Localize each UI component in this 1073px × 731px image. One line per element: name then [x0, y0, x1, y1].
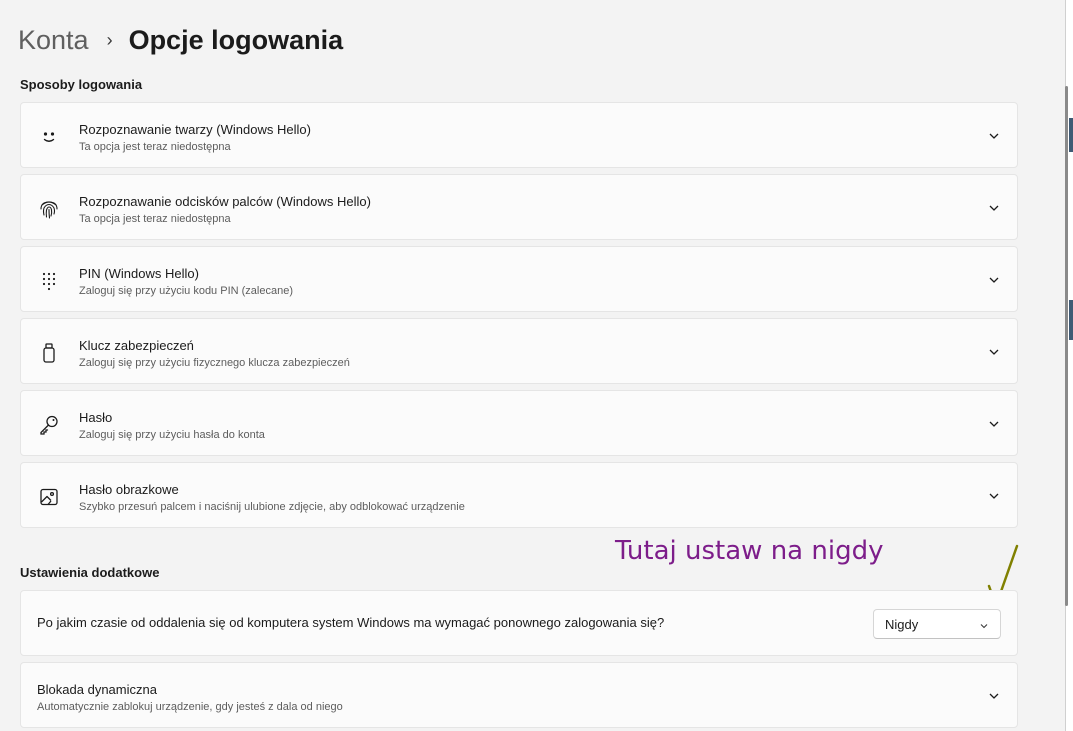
signin-option-title: Rozpoznawanie twarzy (Windows Hello)	[79, 122, 311, 137]
breadcrumb: Konta › Opcje logowania	[18, 20, 343, 60]
scrollbar[interactable]	[1065, 86, 1068, 606]
signin-option-password[interactable]: Hasło Zaloguj się przy użyciu hasła do k…	[20, 390, 1018, 456]
chevron-down-icon[interactable]	[985, 687, 1003, 705]
signin-option-picture-password[interactable]: Hasło obrazkowe Szybko przesuń palcem i …	[20, 462, 1018, 528]
signin-option-subtitle: Zaloguj się przy użyciu fizycznego klucz…	[79, 357, 350, 369]
signin-option-title: Hasło	[79, 410, 113, 425]
signin-option-title: Hasło obrazkowe	[79, 482, 179, 497]
dynamic-lock-title: Blokada dynamiczna	[37, 682, 157, 697]
require-signin-dropdown[interactable]: Nigdy	[873, 609, 1001, 639]
chevron-down-icon[interactable]	[985, 343, 1003, 361]
section-title-signin-methods: Sposoby logowania	[20, 77, 143, 92]
signin-option-security-key[interactable]: Klucz zabezpieczeń Zaloguj się przy użyc…	[20, 318, 1018, 384]
signin-option-subtitle: Zaloguj się przy użyciu kodu PIN (zaleca…	[79, 285, 293, 297]
section-title-additional-settings: Ustawienia dodatkowe	[20, 565, 160, 580]
signin-option-fingerprint[interactable]: Rozpoznawanie odcisków palców (Windows H…	[20, 174, 1018, 240]
signin-option-title: Rozpoznawanie odcisków palców (Windows H…	[79, 194, 371, 209]
background-window-edge	[1069, 118, 1073, 152]
signin-option-face[interactable]: Rozpoznawanie twarzy (Windows Hello) Ta …	[20, 102, 1018, 168]
chevron-down-icon[interactable]	[985, 199, 1003, 217]
annotation-text: Tutaj ustaw na nigdy	[615, 536, 884, 566]
chevron-down-icon[interactable]	[985, 271, 1003, 289]
usb-key-icon	[37, 341, 61, 365]
signin-option-title: Klucz zabezpieczeń	[79, 338, 194, 353]
page-title: Opcje logowania	[128, 24, 344, 55]
chevron-down-icon[interactable]	[985, 415, 1003, 433]
signin-option-title: PIN (Windows Hello)	[79, 266, 199, 281]
signin-option-pin[interactable]: PIN (Windows Hello) Zaloguj się przy uży…	[20, 246, 1018, 312]
require-signin-setting: Po jakim czasie od oddalenia się od komp…	[20, 590, 1018, 656]
chevron-right-icon: ›	[106, 29, 113, 50]
require-signin-question: Po jakim czasie od oddalenia się od komp…	[37, 615, 665, 630]
picture-icon	[37, 485, 61, 509]
dynamic-lock-subtitle: Automatycznie zablokuj urządzenie, gdy j…	[37, 701, 343, 713]
breadcrumb-parent-link[interactable]: Konta	[18, 25, 89, 56]
background-window-edge	[1069, 300, 1073, 340]
dynamic-lock-setting[interactable]: Blokada dynamiczna Automatycznie zabloku…	[20, 662, 1018, 728]
signin-option-subtitle: Zaloguj się przy użyciu hasła do konta	[79, 429, 265, 441]
signin-option-subtitle: Ta opcja jest teraz niedostępna	[79, 213, 231, 225]
pin-keypad-icon	[37, 269, 61, 293]
signin-option-subtitle: Ta opcja jest teraz niedostępna	[79, 141, 231, 153]
dropdown-selected-value: Nigdy	[885, 617, 919, 632]
face-icon	[37, 125, 61, 149]
chevron-down-icon	[978, 619, 990, 631]
key-icon	[37, 413, 61, 437]
signin-option-subtitle: Szybko przesuń palcem i naciśnij ulubion…	[79, 501, 465, 513]
chevron-down-icon[interactable]	[985, 127, 1003, 145]
fingerprint-icon	[37, 197, 61, 221]
chevron-down-icon[interactable]	[985, 487, 1003, 505]
